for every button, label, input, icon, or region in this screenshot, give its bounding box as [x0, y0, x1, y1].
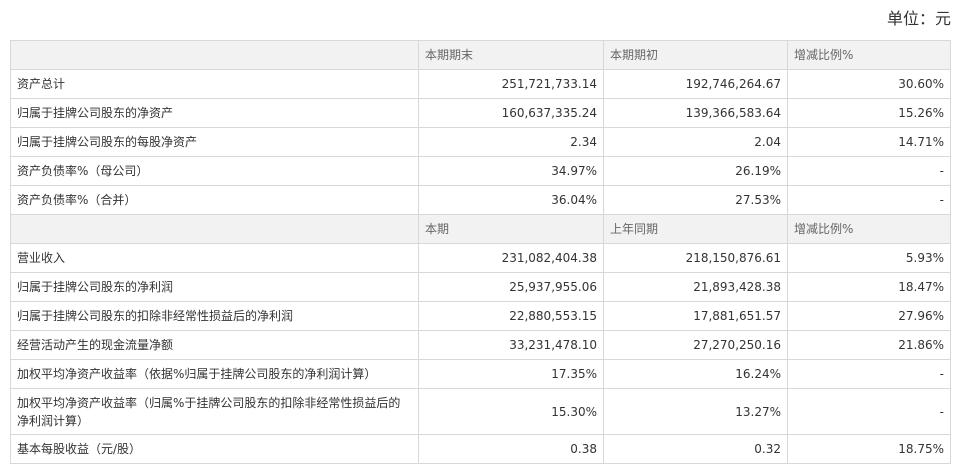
- row-label: 资产负债率%（合并）: [10, 185, 419, 215]
- row-label: 归属于挂牌公司股东的扣除非经常性损益后的净利润: [10, 301, 419, 331]
- cell-current: 15.30%: [418, 388, 604, 435]
- cell-current: 2.34: [418, 127, 604, 157]
- header-cell-period-start: 本期期初: [603, 40, 788, 70]
- table-row: 归属于挂牌公司股东的净利润 25,937,955.06 21,893,428.3…: [10, 272, 951, 302]
- table-subheader-row: 本期 上年同期 增减比例%: [10, 214, 951, 244]
- row-label: 资产总计: [10, 69, 419, 99]
- cell-current: 160,637,335.24: [418, 98, 604, 128]
- cell-previous: 13.27%: [603, 388, 788, 435]
- cell-previous: 139,366,583.64: [603, 98, 788, 128]
- cell-change: 18.75%: [787, 434, 951, 464]
- table-row: 归属于挂牌公司股东的净资产 160,637,335.24 139,366,583…: [10, 98, 951, 128]
- header-cell-period-end: 本期期末: [418, 40, 604, 70]
- row-label: 营业收入: [10, 243, 419, 273]
- table-row: 经营活动产生的现金流量净额 33,231,478.10 27,270,250.1…: [10, 330, 951, 360]
- table-header-row: 本期期末 本期期初 增减比例%: [10, 40, 951, 70]
- table-row: 加权平均净资产收益率（归属%于挂牌公司股东的扣除非经常性损益后的净利润计算） 1…: [10, 388, 951, 435]
- cell-current: 25,937,955.06: [418, 272, 604, 302]
- table-row: 资产负债率%（母公司） 34.97% 26.19% -: [10, 156, 951, 186]
- header-cell-change: 增减比例%: [787, 40, 951, 70]
- table-row: 资产负债率%（合并） 36.04% 27.53% -: [10, 185, 951, 215]
- cell-current: 17.35%: [418, 359, 604, 389]
- table-row: 归属于挂牌公司股东的每股净资产 2.34 2.04 14.71%: [10, 127, 951, 157]
- cell-current: 33,231,478.10: [418, 330, 604, 360]
- row-label: 基本每股收益（元/股）: [10, 434, 419, 464]
- table-row: 基本每股收益（元/股） 0.38 0.32 18.75%: [10, 434, 951, 464]
- table-row: 营业收入 231,082,404.38 218,150,876.61 5.93%: [10, 243, 951, 273]
- table-row: 归属于挂牌公司股东的扣除非经常性损益后的净利润 22,880,553.15 17…: [10, 301, 951, 331]
- header-cell-label: [10, 214, 419, 244]
- row-label: 归属于挂牌公司股东的净利润: [10, 272, 419, 302]
- row-label: 加权平均净资产收益率（归属%于挂牌公司股东的扣除非经常性损益后的净利润计算）: [10, 388, 419, 435]
- cell-previous: 0.32: [603, 434, 788, 464]
- cell-previous: 2.04: [603, 127, 788, 157]
- row-label: 归属于挂牌公司股东的净资产: [10, 98, 419, 128]
- cell-current: 22,880,553.15: [418, 301, 604, 331]
- cell-change: 15.26%: [787, 98, 951, 128]
- cell-previous: 16.24%: [603, 359, 788, 389]
- cell-change: 30.60%: [787, 69, 951, 99]
- table-row: 资产总计 251,721,733.14 192,746,264.67 30.60…: [10, 69, 951, 99]
- cell-change: -: [787, 156, 951, 186]
- cell-current: 251,721,733.14: [418, 69, 604, 99]
- header-cell-prior-period: 上年同期: [603, 214, 788, 244]
- header-cell-change: 增减比例%: [787, 214, 951, 244]
- cell-previous: 17,881,651.57: [603, 301, 788, 331]
- cell-change: 14.71%: [787, 127, 951, 157]
- cell-previous: 218,150,876.61: [603, 243, 788, 273]
- cell-current: 0.38: [418, 434, 604, 464]
- cell-change: -: [787, 359, 951, 389]
- cell-previous: 21,893,428.38: [603, 272, 788, 302]
- cell-current: 36.04%: [418, 185, 604, 215]
- financial-summary-table: 本期期末 本期期初 增减比例% 资产总计 251,721,733.14 192,…: [10, 40, 951, 464]
- cell-change: -: [787, 388, 951, 435]
- cell-change: 21.86%: [787, 330, 951, 360]
- cell-previous: 27,270,250.16: [603, 330, 788, 360]
- unit-label: 单位：元: [886, 9, 951, 28]
- cell-current: 34.97%: [418, 156, 604, 186]
- header-cell-label: [10, 40, 419, 70]
- row-label: 资产负债率%（母公司）: [10, 156, 419, 186]
- cell-change: 5.93%: [787, 243, 951, 273]
- row-label: 加权平均净资产收益率（依据%归属于挂牌公司股东的净利润计算）: [10, 359, 419, 389]
- header-cell-current-period: 本期: [418, 214, 604, 244]
- cell-change: 27.96%: [787, 301, 951, 331]
- cell-current: 231,082,404.38: [418, 243, 604, 273]
- cell-previous: 192,746,264.67: [603, 69, 788, 99]
- cell-change: 18.47%: [787, 272, 951, 302]
- row-label: 归属于挂牌公司股东的每股净资产: [10, 127, 419, 157]
- cell-change: -: [787, 185, 951, 215]
- cell-previous: 26.19%: [603, 156, 788, 186]
- cell-previous: 27.53%: [603, 185, 788, 215]
- table-row: 加权平均净资产收益率（依据%归属于挂牌公司股东的净利润计算） 17.35% 16…: [10, 359, 951, 389]
- row-label: 经营活动产生的现金流量净额: [10, 330, 419, 360]
